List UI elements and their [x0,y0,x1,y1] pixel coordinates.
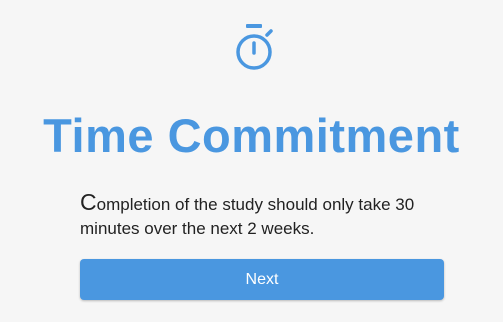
timer-icon [236,24,273,70]
page-title: Time Commitment [43,109,460,162]
description-first-letter: C [80,189,97,215]
next-button[interactable]: Next [80,259,444,300]
description-text: Completion of the study should only take… [80,190,470,241]
onboarding-screen: Time Commitment Completion of the study … [0,0,503,322]
description-rest: ompletion of the study should only take … [80,195,415,238]
